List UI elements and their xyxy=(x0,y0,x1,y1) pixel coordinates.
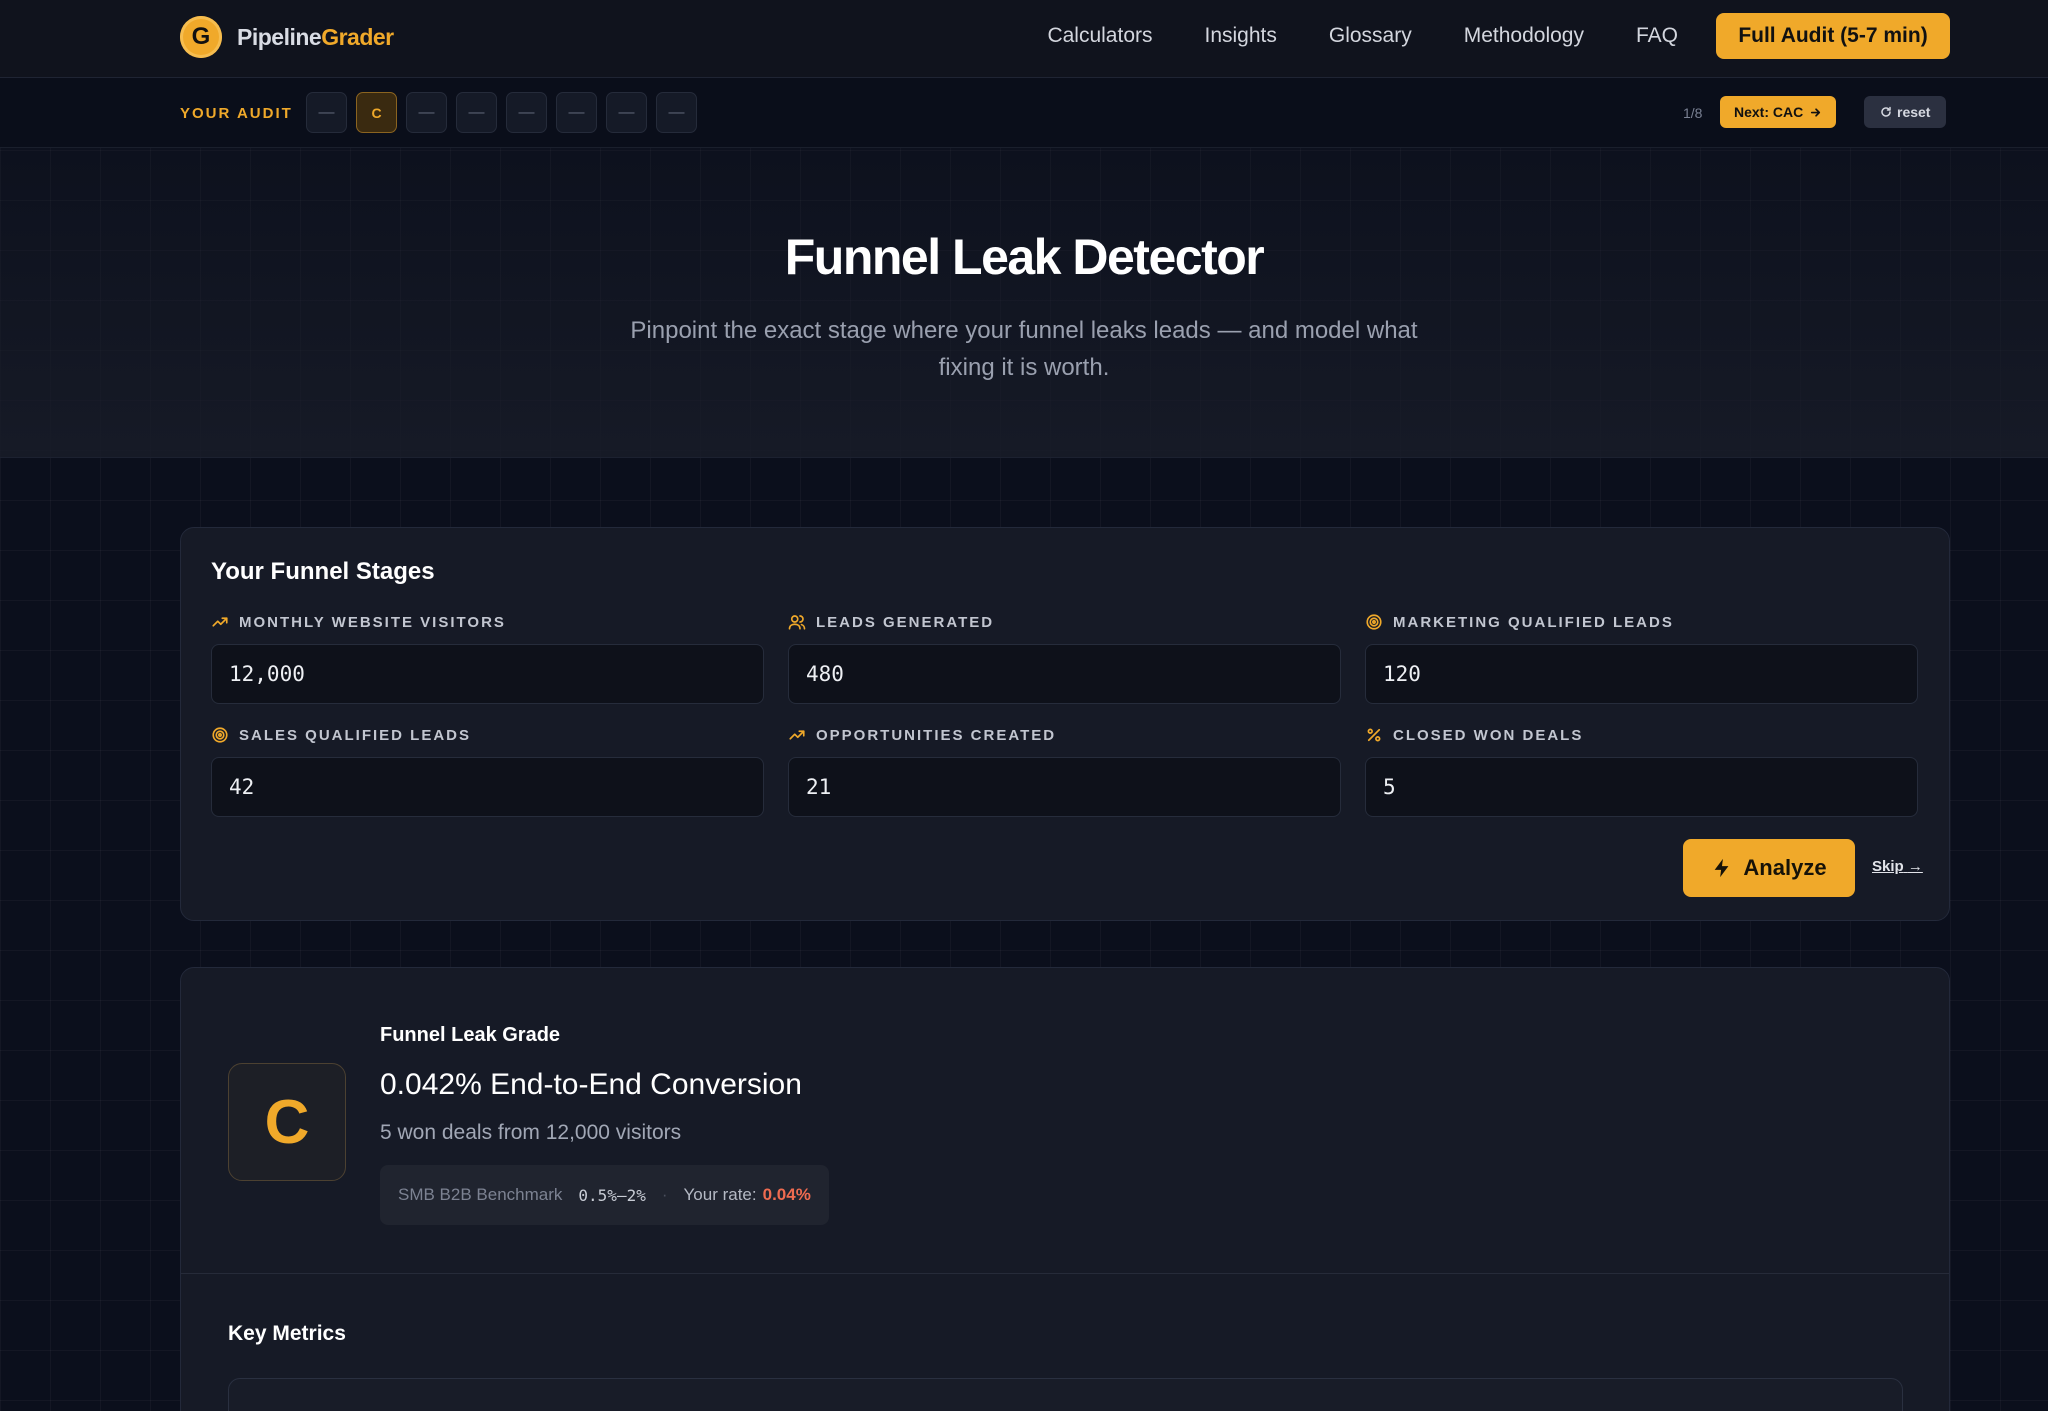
field-label-closed-won: CLOSED WON DEALS xyxy=(1365,726,1918,744)
page-subtitle: Pinpoint the exact stage where your funn… xyxy=(630,317,1418,381)
key-metrics-title: Key Metrics xyxy=(228,1322,346,1345)
nav-link-insights[interactable]: Insights xyxy=(1205,24,1277,48)
field-label-visitors: MONTHLY WEBSITE VISITORS xyxy=(211,613,764,631)
trending-up-icon xyxy=(788,726,806,744)
audit-slot-5[interactable]: — xyxy=(506,92,547,133)
sql-input[interactable]: 42 xyxy=(211,757,764,817)
brand-name: PipelineGrader xyxy=(237,24,394,51)
field-label-leads: LEADS GENERATED xyxy=(788,613,1341,631)
audit-slot-4[interactable]: — xyxy=(456,92,497,133)
field-label-opportunities: OPPORTUNITIES CREATED xyxy=(788,726,1341,744)
audit-progress-bar: YOUR AUDIT — C — — — — — — 1/8 Next: CAC… xyxy=(0,78,2048,148)
benchmark-label: SMB B2B Benchmark xyxy=(398,1185,563,1204)
benchmark-value: 0.5%–2% xyxy=(578,1185,646,1205)
field-marketing-qualified-leads: MARKETING QUALIFIED LEADS 120 xyxy=(1365,613,1918,704)
grade-letter-badge: C xyxy=(228,1063,346,1181)
reset-button[interactable]: reset xyxy=(1864,96,1947,128)
grade-headline: 0.042% End-to-End Conversion xyxy=(380,1068,802,1101)
funnel-stages-card: Your Funnel Stages MONTHLY WEBSITE VISIT… xyxy=(180,527,1950,921)
key-metrics-panel xyxy=(228,1378,1903,1411)
grade-eyebrow: Funnel Leak Grade xyxy=(380,1024,561,1046)
skip-link[interactable]: Skip → xyxy=(1872,858,1923,875)
your-rate-label: Your rate: xyxy=(683,1185,757,1204)
reset-label: reset xyxy=(1897,104,1931,120)
audit-step-counter: 1/8 xyxy=(1683,105,1703,121)
funnel-stages-title: Your Funnel Stages xyxy=(211,558,435,585)
audit-slot-1[interactable]: — xyxy=(306,92,347,133)
grade-subtext: 5 won deals from 12,000 visitors xyxy=(380,1121,682,1144)
nav-link-glossary[interactable]: Glossary xyxy=(1329,24,1412,48)
trending-up-icon xyxy=(211,613,229,631)
rotate-icon xyxy=(1881,106,1891,117)
mql-input[interactable]: 120 xyxy=(1365,644,1918,704)
analyze-button[interactable]: Analyze xyxy=(1683,839,1855,897)
target-icon xyxy=(211,726,229,744)
brand-name-part-2: Grader xyxy=(321,23,394,50)
field-sales-qualified-leads: SALES QUALIFIED LEADS 42 xyxy=(211,726,764,817)
field-label-text: SALES QUALIFIED LEADS xyxy=(239,726,472,744)
skip-label: Skip xyxy=(1872,858,1904,875)
benchmark-pill: SMB B2B Benchmark 0.5%–2% · Your rate: 0… xyxy=(380,1165,829,1225)
audit-label: YOUR AUDIT xyxy=(180,105,293,122)
brand-logo[interactable]: G PipelineGrader xyxy=(180,16,394,58)
full-audit-button[interactable]: Full Audit (5-7 min) xyxy=(1716,13,1950,59)
field-leads-generated: LEADS GENERATED 480 xyxy=(788,613,1341,704)
next-step-label: Next: CAC xyxy=(1734,104,1804,120)
audit-slot-8[interactable]: — xyxy=(656,92,697,133)
analyze-label: Analyze xyxy=(1743,855,1827,880)
audit-slot-7[interactable]: — xyxy=(606,92,647,133)
nav-links: Calculators Insights Glossary Methodolog… xyxy=(1047,24,1678,48)
grade-result-card: C Funnel Leak Grade 0.042% End-to-End Co… xyxy=(180,967,1950,1411)
audit-slot-2[interactable]: C xyxy=(356,92,397,133)
hero: Funnel Leak Detector Pinpoint the exact … xyxy=(0,148,2048,458)
field-opportunities-created: OPPORTUNITIES CREATED 21 xyxy=(788,726,1341,817)
percent-icon xyxy=(1365,726,1383,744)
opportunities-input[interactable]: 21 xyxy=(788,757,1341,817)
nav-link-calculators[interactable]: Calculators xyxy=(1047,24,1152,48)
nav-link-faq[interactable]: FAQ xyxy=(1636,24,1678,48)
field-label-text: CLOSED WON DEALS xyxy=(1393,726,1584,744)
brand-name-part-1: Pipeline xyxy=(237,23,322,50)
top-navigation: G PipelineGrader Calculators Insights Gl… xyxy=(0,0,2048,78)
page-title: Funnel Leak Detector xyxy=(784,229,1265,285)
closed-won-input[interactable]: 5 xyxy=(1365,757,1918,817)
field-label-text: MARKETING QUALIFIED LEADS xyxy=(1393,613,1674,631)
leads-input[interactable]: 480 xyxy=(788,644,1341,704)
nav-link-methodology[interactable]: Methodology xyxy=(1464,24,1584,48)
field-monthly-website-visitors: MONTHLY WEBSITE VISITORS 12,000 xyxy=(211,613,764,704)
lightning-icon xyxy=(1715,858,1729,878)
your-rate-value: 0.04% xyxy=(762,1185,811,1204)
field-label-text: OPPORTUNITIES CREATED xyxy=(816,726,1057,744)
field-label-sql: SALES QUALIFIED LEADS xyxy=(211,726,764,744)
arrow-right-icon xyxy=(1811,107,1821,117)
field-label-mql: MARKETING QUALIFIED LEADS xyxy=(1365,613,1918,631)
arrow-right-icon: → xyxy=(1907,858,1923,875)
audit-slot-6[interactable]: — xyxy=(556,92,597,133)
field-label-text: MONTHLY WEBSITE VISITORS xyxy=(239,613,506,631)
users-icon xyxy=(788,613,806,631)
section-divider xyxy=(181,1273,1949,1274)
field-label-text: LEADS GENERATED xyxy=(816,613,995,631)
audit-slot-3[interactable]: — xyxy=(406,92,447,133)
separator-dot: · xyxy=(661,1185,668,1204)
logo-badge: G xyxy=(180,16,222,58)
visitors-input[interactable]: 12,000 xyxy=(211,644,764,704)
audit-slots: — C — — — — — — xyxy=(306,92,697,133)
next-step-button[interactable]: Next: CAC xyxy=(1720,96,1837,128)
field-closed-won-deals: CLOSED WON DEALS 5 xyxy=(1365,726,1918,817)
target-icon xyxy=(1365,613,1383,631)
